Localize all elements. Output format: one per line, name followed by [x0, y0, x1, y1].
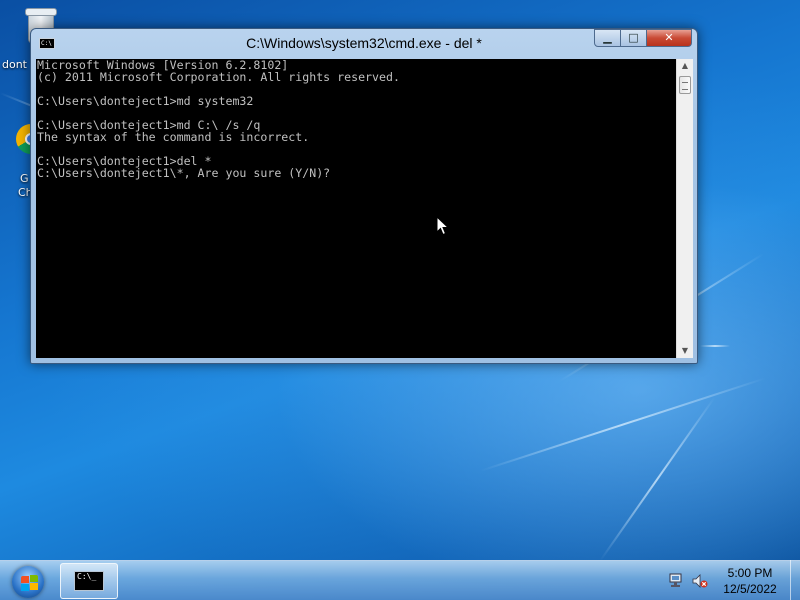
wallpaper-streak: [700, 345, 730, 347]
console-output[interactable]: Microsoft Windows [Version 6.2.8102] (c)…: [36, 59, 676, 358]
taskbar-item-cmd[interactable]: C:\_: [60, 563, 118, 599]
windows-logo-icon: [12, 566, 44, 598]
desktop-icon-label[interactable]: G: [20, 172, 29, 185]
console-prompt-line: C:\Users\donteject1\*, Are you sure (Y/N…: [37, 166, 331, 180]
start-button[interactable]: [6, 564, 50, 600]
desktop-icon-label[interactable]: dont: [2, 58, 27, 71]
mouse-cursor-icon: [436, 216, 450, 236]
vertical-scrollbar[interactable]: ▲ ▼: [676, 59, 693, 358]
scroll-up-arrow-icon[interactable]: ▲: [677, 59, 693, 73]
wallpaper-streak: [479, 377, 766, 472]
recycle-bin-lid: [25, 8, 57, 16]
clock-time: 5:00 PM: [727, 566, 773, 580]
cmd-window[interactable]: C:\ C:\Windows\system32\cmd.exe - del * …: [30, 28, 698, 364]
cmd-icon: C:\_: [74, 571, 104, 591]
network-icon[interactable]: [668, 572, 684, 588]
console-line: (c) 2011 Microsoft Corporation. All righ…: [37, 70, 400, 84]
system-clock[interactable]: 5:00 PM 12/5/2022: [715, 565, 785, 597]
scroll-thumb[interactable]: [679, 76, 691, 94]
console-line: C:\Users\donteject1>md system32: [37, 94, 254, 108]
window-titlebar[interactable]: C:\ C:\Windows\system32\cmd.exe - del * …: [31, 29, 697, 57]
clock-date: 12/5/2022: [723, 582, 777, 596]
scroll-down-arrow-icon[interactable]: ▼: [677, 344, 693, 358]
console-line: The syntax of the command is incorrect.: [37, 130, 310, 144]
maximize-button[interactable]: □: [620, 29, 647, 47]
close-button[interactable]: ✕: [646, 29, 692, 47]
show-desktop-button[interactable]: [790, 560, 800, 600]
volume-muted-icon[interactable]: [692, 573, 708, 589]
minimize-button[interactable]: ▁: [594, 29, 621, 47]
wallpaper-streak: [599, 396, 716, 562]
